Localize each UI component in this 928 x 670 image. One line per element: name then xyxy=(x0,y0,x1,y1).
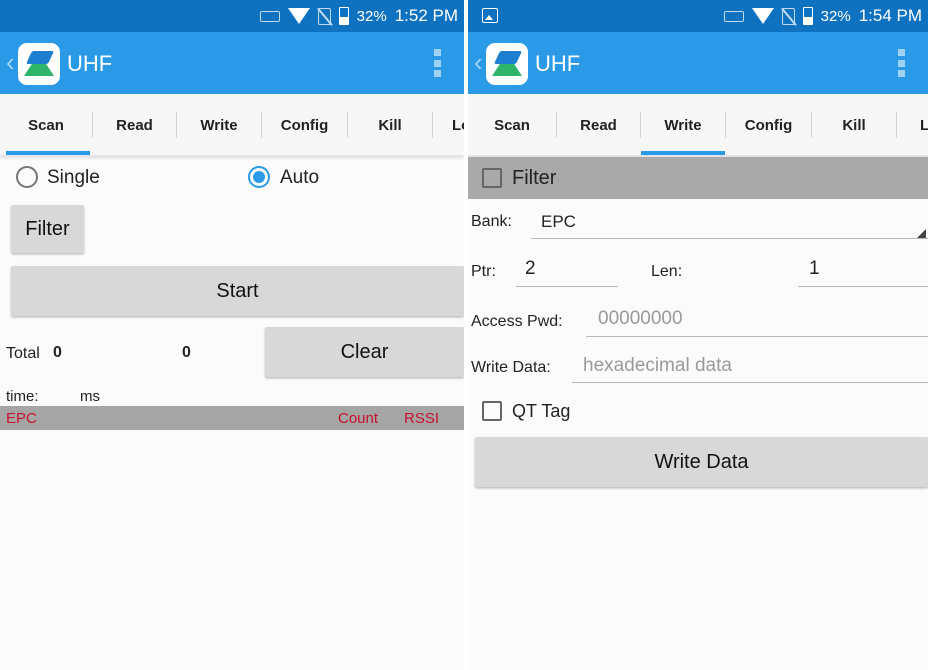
rssi-column-header: RSSI xyxy=(404,410,440,427)
battery-percent: 32% xyxy=(356,7,387,25)
overflow-menu-icon[interactable] xyxy=(434,49,442,77)
tab-write[interactable]: Write xyxy=(177,94,261,156)
tab-config[interactable]: Config xyxy=(262,94,347,156)
back-chevron-icon[interactable]: ‹ xyxy=(474,47,483,77)
len-label: Len: xyxy=(651,263,683,280)
keyboard-icon xyxy=(723,10,744,22)
tab-lock[interactable]: L xyxy=(920,94,928,156)
len-input[interactable]: 1 xyxy=(809,258,820,280)
app-bar: ‹ UHF xyxy=(0,32,464,94)
write-data-button[interactable]: Write Data xyxy=(475,437,928,487)
tab-scan[interactable]: Scan xyxy=(468,94,556,156)
tab-read[interactable]: Read xyxy=(557,94,640,156)
auto-label: Auto xyxy=(280,167,320,188)
keyboard-icon xyxy=(259,10,280,22)
image-notification-icon xyxy=(482,8,498,23)
filter-bar: Filter xyxy=(468,157,928,199)
bank-dropdown-icon[interactable] xyxy=(917,229,926,238)
app-title: UHF xyxy=(67,51,113,76)
status-icons: 32% 1:54 PM xyxy=(723,0,922,32)
ptr-label: Ptr: xyxy=(471,263,496,280)
bank-label: Bank: xyxy=(471,213,512,230)
tab-lock[interactable]: Lo xyxy=(452,94,464,156)
status-icons: 32% 1:52 PM xyxy=(259,0,458,32)
app-title: UHF xyxy=(535,51,581,76)
clear-button[interactable]: Clear xyxy=(265,327,464,377)
filter-label: Filter xyxy=(512,167,557,189)
start-button[interactable]: Start xyxy=(11,266,464,316)
overflow-menu-icon[interactable] xyxy=(898,49,906,77)
tab-write[interactable]: Write xyxy=(641,94,725,156)
no-sim-icon xyxy=(317,7,331,25)
total-value: 0 xyxy=(53,344,62,361)
count-column-header: Count xyxy=(338,410,379,427)
epc-column-header: EPC xyxy=(6,410,37,427)
count-value: 0 xyxy=(182,344,191,361)
status-bar: 32% 1:54 PM xyxy=(468,0,928,32)
ptr-input[interactable]: 2 xyxy=(525,258,536,280)
bank-value[interactable]: EPC xyxy=(541,212,576,232)
time-unit: ms xyxy=(80,388,100,405)
app-logo-icon xyxy=(486,43,528,85)
active-tab-indicator xyxy=(641,151,725,155)
status-bar: 32% 1:52 PM xyxy=(0,0,464,32)
left-screen: 32% 1:52 PM ‹ UHF Scan Read Write Config… xyxy=(0,0,464,670)
app-bar: ‹ UHF xyxy=(468,32,928,94)
battery-icon xyxy=(802,7,813,25)
tab-read[interactable]: Read xyxy=(93,94,176,156)
no-sim-icon xyxy=(781,7,795,25)
tab-kill[interactable]: Kill xyxy=(348,94,432,156)
tab-bar: Scan Read Write Config Kill L xyxy=(468,94,928,156)
tab-kill[interactable]: Kill xyxy=(812,94,896,156)
right-screen: 32% 1:54 PM ‹ UHF Scan Read Write Config… xyxy=(468,0,928,670)
write-data-label: Write Data: xyxy=(471,359,551,376)
total-label: Total xyxy=(6,345,40,362)
filter-button[interactable]: Filter xyxy=(11,205,84,253)
qt-tag-checkbox[interactable] xyxy=(482,401,502,421)
single-radio[interactable] xyxy=(16,166,38,188)
wifi-icon xyxy=(751,8,774,24)
time-label: time: xyxy=(6,388,39,405)
status-time: 1:52 PM xyxy=(394,6,458,25)
single-label: Single xyxy=(47,167,100,188)
tab-bar: Scan Read Write Config Kill Lo xyxy=(0,94,464,156)
app-logo-icon xyxy=(18,43,60,85)
wifi-icon xyxy=(287,8,310,24)
battery-icon xyxy=(338,7,349,25)
battery-percent: 32% xyxy=(820,7,851,25)
access-pwd-label: Access Pwd: xyxy=(471,313,563,330)
status-time: 1:54 PM xyxy=(858,6,922,25)
active-tab-indicator xyxy=(6,151,90,155)
qt-tag-label: QT Tag xyxy=(512,401,571,421)
tab-scan[interactable]: Scan xyxy=(0,94,92,156)
back-chevron-icon[interactable]: ‹ xyxy=(6,47,15,77)
filter-checkbox[interactable] xyxy=(482,168,502,188)
tab-config[interactable]: Config xyxy=(726,94,811,156)
tag-list-header: EPC Count RSSI xyxy=(0,406,464,430)
access-pwd-input[interactable]: 00000000 xyxy=(598,308,683,330)
tag-list[interactable] xyxy=(0,430,464,670)
auto-radio[interactable] xyxy=(248,166,270,188)
write-data-input[interactable]: hexadecimal data xyxy=(583,355,732,377)
